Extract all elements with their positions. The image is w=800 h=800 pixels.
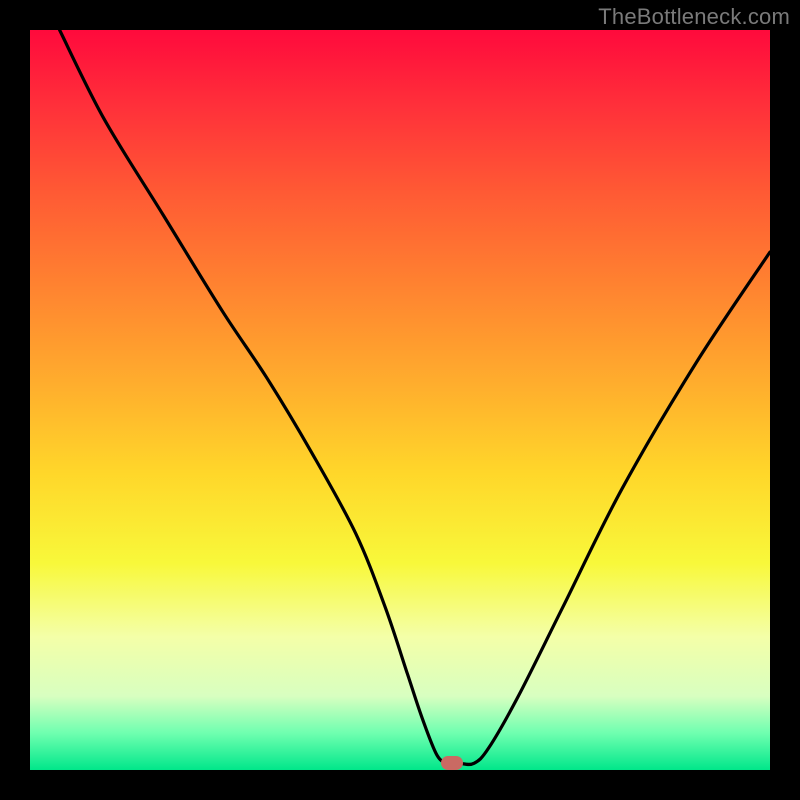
- optimum-marker: [441, 756, 463, 770]
- bottleneck-curve: [30, 30, 770, 770]
- chart-frame: TheBottleneck.com: [0, 0, 800, 800]
- watermark-text: TheBottleneck.com: [598, 4, 790, 30]
- curve-path: [60, 30, 770, 764]
- plot-area: [30, 30, 770, 770]
